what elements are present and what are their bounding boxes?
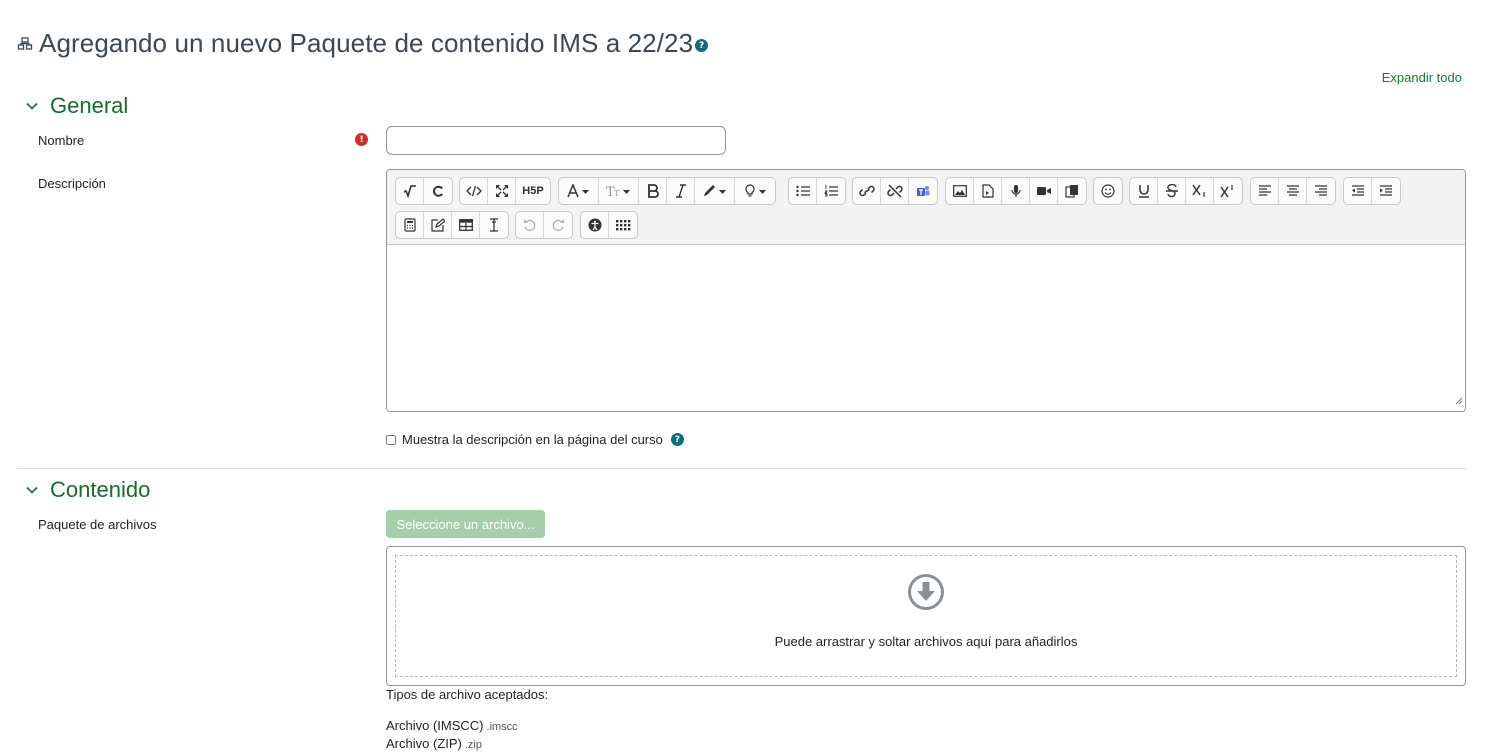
manage-files-icon[interactable] xyxy=(1058,178,1086,204)
subscript-icon[interactable] xyxy=(1186,178,1214,204)
description-editor: H5P TT xyxy=(386,169,1466,412)
package-icon xyxy=(17,36,33,52)
editor-content-area[interactable] xyxy=(387,245,1465,411)
file-dropzone[interactable]: Puede arrastrar y soltar archivos aquí p… xyxy=(386,546,1466,686)
toolbar-group-media xyxy=(945,177,1087,205)
ordered-list-icon[interactable] xyxy=(817,178,845,204)
media-icon[interactable] xyxy=(974,178,1002,204)
toolbar-group-text-style xyxy=(1129,177,1243,205)
undo-icon[interactable] xyxy=(516,212,544,238)
underline-icon[interactable] xyxy=(1130,178,1158,204)
editor-toolbar: H5P TT xyxy=(387,170,1465,245)
font-size-icon[interactable]: TT xyxy=(599,178,639,204)
accepted-type-ext: .imscc xyxy=(486,721,518,733)
emoji-icon[interactable] xyxy=(1094,178,1122,204)
record-video-icon[interactable] xyxy=(1030,178,1058,204)
select-file-button[interactable]: Seleccione un archivo... xyxy=(386,510,545,538)
dropzone-text: Puede arrastrar y soltar archivos aquí p… xyxy=(774,634,1078,649)
toolbar-group-format: TT xyxy=(558,177,776,205)
indent-icon[interactable] xyxy=(1372,178,1400,204)
unlink-icon[interactable] xyxy=(881,178,909,204)
section-contenido-header[interactable]: Contenido xyxy=(24,477,150,503)
section-divider xyxy=(17,468,1467,469)
dropzone-area[interactable]: Puede arrastrar y soltar archivos aquí p… xyxy=(395,555,1457,677)
align-right-icon[interactable] xyxy=(1307,178,1335,204)
download-arrow-icon xyxy=(907,573,945,616)
required-icon: ! xyxy=(355,133,368,146)
page-header: Agregando un nuevo Paquete de contenido … xyxy=(17,28,709,59)
show-description-label: Muestra la descripción en la página del … xyxy=(402,432,663,447)
edit-icon[interactable] xyxy=(424,212,452,238)
toolbar-group-accessibility xyxy=(580,211,638,239)
accepted-types-title: Tipos de archivo aceptados: xyxy=(386,687,549,702)
show-description-checkbox[interactable] xyxy=(386,434,396,445)
page-title: Agregando un nuevo Paquete de contenido … xyxy=(39,28,694,58)
toolbar-group-align xyxy=(1250,177,1336,205)
accepted-type-item: Archivo (IMSCC) .imscc xyxy=(386,718,518,733)
nombre-input[interactable] xyxy=(386,126,726,155)
paquete-label: Paquete de archivos xyxy=(38,517,157,532)
teams-icon[interactable] xyxy=(909,178,937,204)
toolbar-group-emoji xyxy=(1093,177,1123,205)
chevron-down-icon[interactable] xyxy=(24,98,40,114)
chevron-down-icon[interactable] xyxy=(24,482,40,498)
align-center-icon[interactable] xyxy=(1279,178,1307,204)
show-description-row: Muestra la descripción en la página del … xyxy=(386,432,684,447)
section-title-contenido: Contenido xyxy=(50,477,151,502)
toolbar-group-indent xyxy=(1343,177,1401,205)
strikethrough-icon[interactable] xyxy=(1158,178,1186,204)
font-color-icon[interactable] xyxy=(559,178,599,204)
expand-all-link[interactable]: Expandir todo xyxy=(1382,70,1462,85)
toolbar-group-links xyxy=(852,177,938,205)
chemistry-icon[interactable] xyxy=(424,178,452,204)
bold-icon[interactable] xyxy=(639,178,667,204)
clear-format-icon[interactable] xyxy=(480,212,508,238)
h5p-icon[interactable]: H5P xyxy=(516,178,550,204)
toolbar-group-lists xyxy=(788,177,846,205)
descripcion-label: Descripción xyxy=(38,176,106,191)
resize-handle-icon[interactable] xyxy=(1455,392,1463,410)
svg-text:T: T xyxy=(614,189,620,198)
fullscreen-icon[interactable] xyxy=(488,178,516,204)
toolbar-group-html: H5P xyxy=(459,177,551,205)
superscript-icon[interactable] xyxy=(1214,178,1242,204)
table-icon[interactable] xyxy=(452,212,480,238)
accepted-type-ext: .zip xyxy=(464,739,482,751)
nombre-label: Nombre xyxy=(38,133,85,148)
record-audio-icon[interactable] xyxy=(1002,178,1030,204)
accessibility-icon[interactable] xyxy=(581,212,609,238)
html-icon[interactable] xyxy=(460,178,488,204)
toolbar-group-math xyxy=(395,177,453,205)
redo-icon[interactable] xyxy=(544,212,572,238)
link-icon[interactable] xyxy=(853,178,881,204)
italic-icon[interactable] xyxy=(667,178,695,204)
unordered-list-icon[interactable] xyxy=(789,178,817,204)
accepted-type-name: Archivo (IMSCC) xyxy=(386,718,484,733)
calculator-icon[interactable] xyxy=(396,212,424,238)
toolbar-group-tools xyxy=(395,211,509,239)
accepted-type-item: Archivo (ZIP) .zip xyxy=(386,736,482,751)
accepted-type-name: Archivo (ZIP) xyxy=(386,736,462,751)
outdent-icon[interactable] xyxy=(1344,178,1372,204)
background-color-icon[interactable] xyxy=(695,178,735,204)
help-icon[interactable]: ? xyxy=(695,39,709,52)
toolbar-group-history xyxy=(515,211,573,239)
hint-icon[interactable] xyxy=(735,178,775,204)
more-icon[interactable] xyxy=(609,212,637,238)
align-left-icon[interactable] xyxy=(1251,178,1279,204)
section-title-general: General xyxy=(50,93,129,118)
equation-icon[interactable] xyxy=(396,178,424,204)
image-icon[interactable] xyxy=(946,178,974,204)
help-icon[interactable]: ? xyxy=(670,433,684,446)
section-general-header[interactable]: General xyxy=(24,93,128,119)
